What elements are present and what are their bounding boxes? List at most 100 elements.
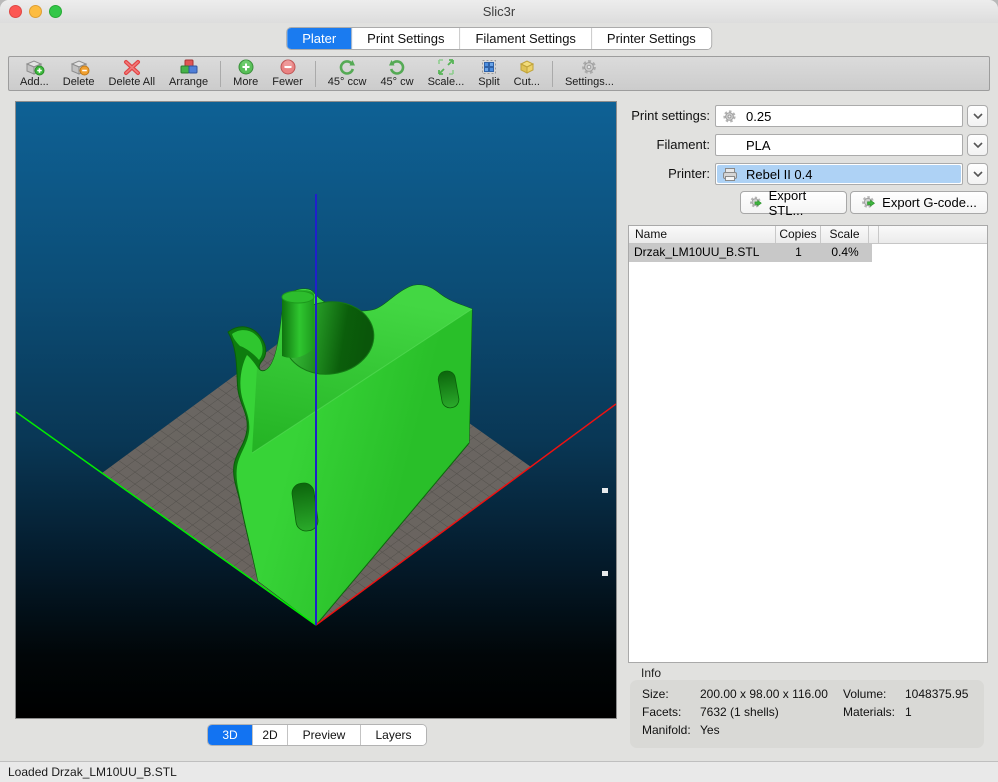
object-list: Name Copies Scale Drzak_LM10UU_B.STL 1 0… (628, 225, 988, 663)
status-bar: Loaded Drzak_LM10UU_B.STL (0, 761, 998, 782)
arrange-icon (178, 58, 200, 76)
materials-label: Materials: (843, 705, 905, 719)
tab-preview[interactable]: Preview (288, 725, 361, 745)
viewport-tick-mark (602, 488, 608, 493)
settings-panel: Print settings: 0.25 Filament: PLA (628, 101, 988, 756)
export-stl-button[interactable]: Export STL... (740, 191, 847, 214)
delete-box-icon (67, 58, 91, 76)
split-label: Split (478, 76, 499, 89)
app-window: Slic3r Plater Print Settings Filament Se… (0, 0, 998, 782)
print-settings-combo[interactable]: 0.25 (715, 105, 963, 127)
more-label: More (233, 76, 258, 89)
arrange-button[interactable]: Arrange (162, 57, 215, 90)
split-icon (480, 58, 498, 76)
cut-label: Cut... (514, 76, 540, 89)
cut-button[interactable]: Cut... (507, 57, 547, 90)
gear-icon (722, 109, 737, 129)
chevron-down-icon (973, 142, 983, 148)
viewport-tick-mark (602, 571, 608, 576)
scale-button[interactable]: Scale... (421, 57, 472, 90)
chevron-down-icon (973, 113, 983, 119)
cut-icon (517, 58, 537, 76)
column-header-copies[interactable]: Copies (776, 226, 821, 243)
manifold-label: Manifold: (642, 723, 700, 737)
cell-name: Drzak_LM10UU_B.STL (629, 244, 776, 262)
settings-button[interactable]: Settings... (558, 57, 621, 90)
filament-combo[interactable]: PLA (715, 134, 963, 156)
delete-label: Delete (63, 76, 95, 89)
add-button[interactable]: Add... (13, 57, 56, 90)
export-stl-label: Export STL... (769, 188, 838, 218)
print-settings-dropdown-button[interactable] (967, 105, 988, 127)
3d-viewport[interactable] (15, 101, 617, 719)
filament-label: Filament: (628, 137, 710, 152)
settings-gear-icon (580, 58, 598, 76)
size-value: 200.00 x 98.00 x 116.00 (700, 687, 843, 701)
materials-value: 1 (905, 705, 984, 719)
export-gcode-label: Export G-code... (882, 195, 977, 210)
facets-label: Facets: (642, 705, 700, 719)
3d-canvas (16, 102, 616, 718)
add-label: Add... (20, 76, 49, 89)
tab-layers[interactable]: Layers (361, 725, 426, 745)
export-gear-icon (861, 195, 877, 210)
filament-dropdown-button[interactable] (967, 134, 988, 156)
rotate-ccw-label: 45° ccw (328, 76, 367, 89)
filament-value: PLA (746, 138, 771, 153)
rotate-cw-label: 45° cw (380, 76, 413, 89)
toolbar: Add... Delete Delete All (8, 56, 990, 91)
printer-dropdown-button[interactable] (967, 163, 988, 185)
cell-scale: 0.4% (821, 244, 869, 262)
printer-label: Printer: (628, 166, 710, 181)
fewer-icon (279, 58, 297, 76)
toolbar-separator (315, 61, 316, 87)
tab-print-settings[interactable]: Print Settings (352, 28, 460, 49)
fewer-button[interactable]: Fewer (265, 57, 310, 90)
column-header-scale[interactable]: Scale (821, 226, 869, 243)
printer-icon (722, 167, 738, 187)
more-button[interactable]: More (226, 57, 265, 90)
tab-2d[interactable]: 2D (253, 725, 288, 745)
title-bar: Slic3r (0, 0, 998, 23)
tab-filament-settings[interactable]: Filament Settings (460, 28, 591, 49)
rotate-ccw-button[interactable]: 45° ccw (321, 57, 374, 90)
delete-all-icon (122, 58, 142, 76)
split-button[interactable]: Split (471, 57, 506, 90)
chevron-down-icon (973, 171, 983, 177)
delete-all-label: Delete All (109, 76, 155, 89)
delete-all-button[interactable]: Delete All (102, 57, 162, 90)
object-list-header: Name Copies Scale (629, 226, 987, 244)
info-box: Size: 200.00 x 98.00 x 116.00 Volume: 10… (630, 680, 984, 748)
column-header-name[interactable]: Name (629, 226, 776, 243)
scale-icon (437, 58, 455, 76)
volume-label: Volume: (843, 687, 905, 701)
more-icon (237, 58, 255, 76)
view-tab-bar: 3D 2D Preview Layers (207, 724, 427, 746)
export-gcode-button[interactable]: Export G-code... (850, 191, 988, 214)
toolbar-separator (220, 61, 221, 87)
delete-button[interactable]: Delete (56, 57, 102, 90)
volume-value: 1048375.95 (905, 687, 984, 701)
window-title: Slic3r (0, 4, 998, 19)
manifold-value: Yes (700, 723, 843, 737)
size-label: Size: (642, 687, 700, 701)
cell-copies: 1 (776, 244, 821, 262)
facets-value: 7632 (1 shells) (700, 705, 843, 719)
scale-label: Scale... (428, 76, 465, 89)
info-section-title: Info (641, 666, 661, 680)
tab-plater[interactable]: Plater (287, 28, 352, 49)
add-box-icon (22, 58, 46, 76)
tab-printer-settings[interactable]: Printer Settings (592, 28, 711, 49)
export-gear-icon (749, 195, 764, 210)
table-row[interactable]: Drzak_LM10UU_B.STL 1 0.4% (629, 244, 872, 262)
printer-combo[interactable]: Rebel II 0.4 (715, 163, 963, 185)
print-settings-value: 0.25 (746, 109, 771, 124)
printer-value: Rebel II 0.4 (746, 167, 813, 182)
status-message: Loaded Drzak_LM10UU_B.STL (8, 765, 177, 779)
column-header-spacer (869, 226, 879, 243)
rotate-cw-button[interactable]: 45° cw (373, 57, 420, 90)
fewer-label: Fewer (272, 76, 303, 89)
arrange-label: Arrange (169, 76, 208, 89)
toolbar-separator (552, 61, 553, 87)
tab-3d[interactable]: 3D (208, 725, 253, 745)
